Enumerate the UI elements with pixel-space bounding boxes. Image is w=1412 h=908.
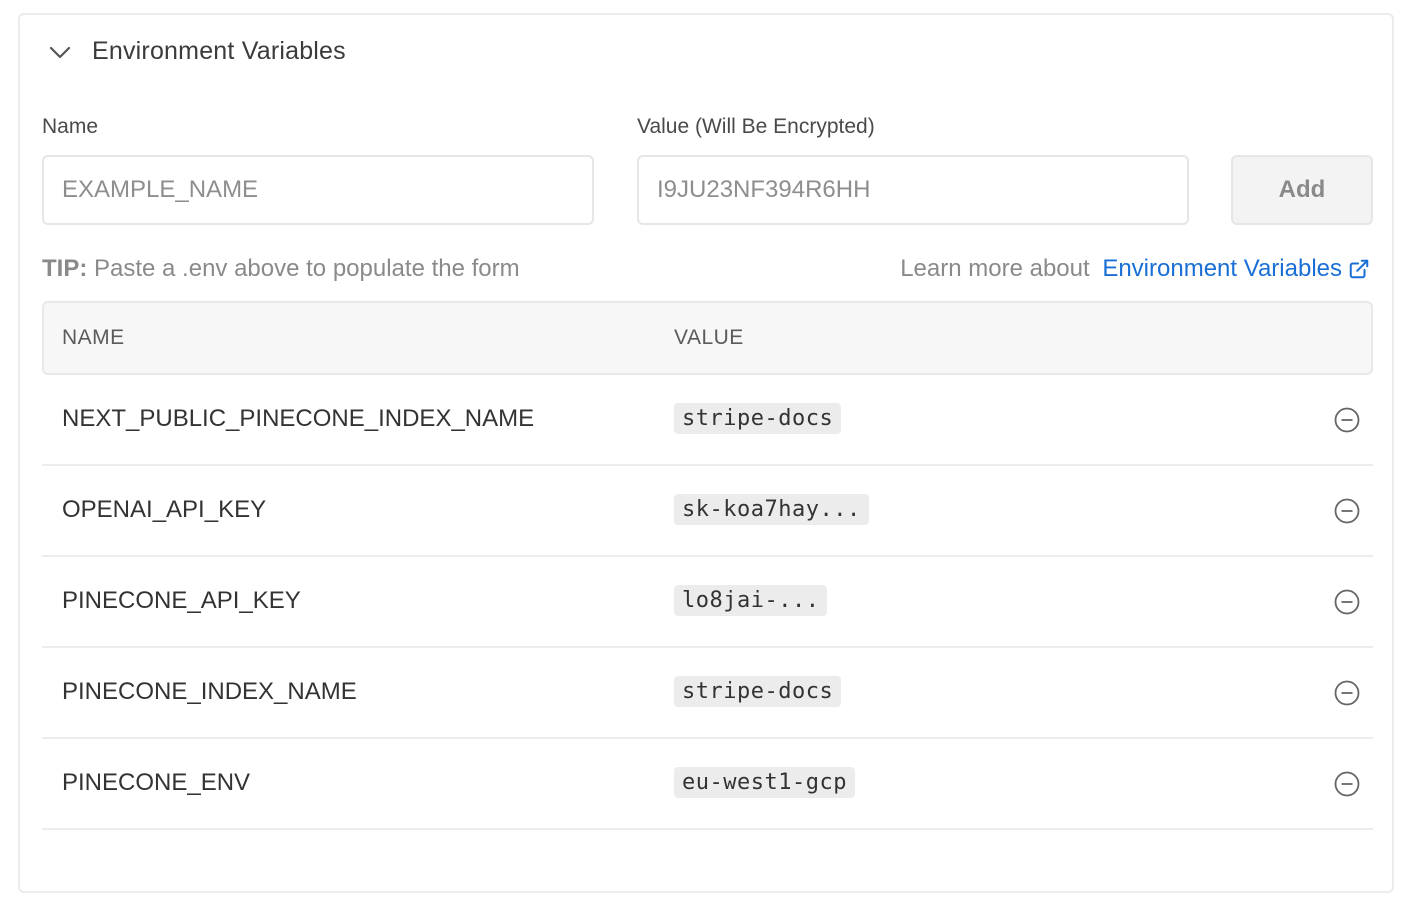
table-row: OPENAI_API_KEY sk-koa7hay...	[42, 466, 1373, 557]
env-name: PINECONE_API_KEY	[62, 587, 301, 614]
minus-circle-icon[interactable]	[1333, 679, 1361, 707]
tip-prefix: TIP:	[42, 255, 88, 282]
name-label: Name	[42, 115, 99, 138]
env-name: OPENAI_API_KEY	[62, 496, 267, 523]
env-name: PINECONE_ENV	[62, 769, 251, 796]
minus-circle-icon[interactable]	[1333, 770, 1361, 798]
env-value: lo8jai-...	[674, 585, 828, 616]
env-value: eu-west1-gcp	[674, 767, 855, 798]
minus-circle-icon[interactable]	[1333, 497, 1361, 525]
learn-more: Learn more about Environment Variables	[900, 255, 1370, 283]
environment-variables-link[interactable]: Environment Variables	[1102, 255, 1342, 283]
learn-more-text: Learn more about	[900, 255, 1097, 282]
env-name: PINECONE_INDEX_NAME	[62, 678, 357, 705]
env-value: stripe-docs	[674, 403, 842, 434]
section-toggle[interactable]: Environment Variables	[46, 37, 346, 66]
table-header: NAME VALUE	[42, 301, 1373, 375]
value-input[interactable]	[637, 155, 1189, 225]
minus-circle-icon[interactable]	[1333, 406, 1361, 434]
column-header-value: VALUE	[674, 326, 744, 349]
section-title: Environment Variables	[92, 37, 346, 65]
column-header-name: NAME	[62, 326, 125, 349]
name-input[interactable]	[42, 155, 594, 225]
chevron-down-icon	[46, 38, 74, 66]
tip-body: Paste a .env above to populate the form	[87, 255, 520, 282]
table-row: PINECONE_INDEX_NAME stripe-docs	[42, 648, 1373, 739]
table-row: PINECONE_ENV eu-west1-gcp	[42, 739, 1373, 830]
table-row: PINECONE_API_KEY lo8jai-...	[42, 557, 1373, 648]
external-link-icon[interactable]	[1348, 258, 1370, 280]
env-table: NAME VALUE NEXT_PUBLIC_PINECONE_INDEX_NA…	[42, 301, 1373, 830]
add-button[interactable]: Add	[1231, 155, 1373, 225]
env-value: sk-koa7hay...	[674, 494, 869, 525]
table-row: NEXT_PUBLIC_PINECONE_INDEX_NAME stripe-d…	[42, 375, 1373, 466]
tip-text: TIP: Paste a .env above to populate the …	[42, 255, 520, 283]
env-name: NEXT_PUBLIC_PINECONE_INDEX_NAME	[62, 405, 535, 432]
env-value: stripe-docs	[674, 676, 842, 707]
minus-circle-icon[interactable]	[1333, 588, 1361, 616]
environment-variables-panel: Environment Variables Name Value (Will B…	[18, 13, 1394, 893]
value-label: Value (Will Be Encrypted)	[637, 115, 875, 138]
